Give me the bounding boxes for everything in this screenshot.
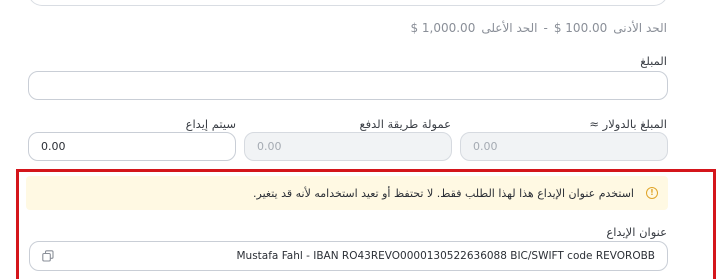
warning-banner: ! استخدم عنوان الإيداع هذا لهذا الطلب فق… <box>26 176 668 210</box>
max-limit-value: $ 1,000.00 <box>410 21 476 35</box>
amount-label: المبلغ <box>640 54 667 68</box>
fee-field: 0.00 <box>244 132 452 161</box>
max-limit-label: الحد الأعلى <box>481 21 538 35</box>
deposit-address-label: عنوان الإيداع <box>606 225 667 239</box>
min-limit-value: $ 100.00 <box>553 21 608 35</box>
previous-card-edge <box>28 0 668 6</box>
usd-amount-value: 0.00 <box>473 140 498 153</box>
fee-value: 0.00 <box>257 140 282 153</box>
deposit-amount-value: 0.00 <box>41 140 66 153</box>
usd-amount-label: المبلغ بالدولار ≈ <box>589 117 667 131</box>
info-circle-icon: ! <box>646 187 658 199</box>
deposit-amount-field[interactable]: 0.00 <box>28 132 236 161</box>
fee-label: عمولة طريقة الدفع <box>359 117 451 131</box>
deposit-amount-label: سيتم إيداع <box>185 117 236 131</box>
min-limit-label: الحد الأدنى <box>613 21 667 35</box>
copy-icon[interactable] <box>42 250 54 262</box>
amount-limits: الحد الأدنى $ 100.00 - الحد الأعلى $ 1,0… <box>410 21 667 35</box>
deposit-address-field[interactable]: Mustafa Fahl - IBAN RO43REVO000013052263… <box>29 241 668 271</box>
warning-text: استخدم عنوان الإيداع هذا لهذا الطلب فقط.… <box>253 186 634 200</box>
deposit-address-value: Mustafa Fahl - IBAN RO43REVO000013052263… <box>236 250 655 262</box>
limits-separator: - <box>543 21 548 35</box>
usd-amount-field: 0.00 <box>460 132 668 161</box>
amount-input[interactable] <box>28 71 668 100</box>
